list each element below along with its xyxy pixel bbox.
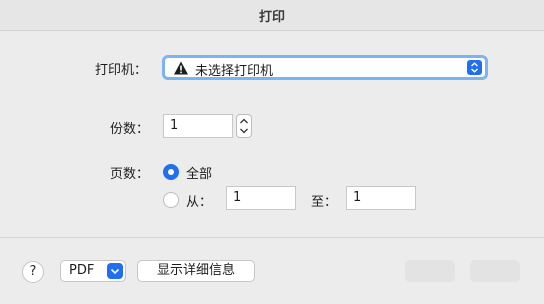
show-details-button[interactable]: 显示详细信息 <box>137 260 255 282</box>
pages-all-label: 全部 <box>186 167 213 182</box>
pages-all-radio[interactable] <box>163 164 179 180</box>
warning-triangle-icon <box>173 60 189 76</box>
window-title: 打印 <box>258 9 285 25</box>
disabled-cancel-button <box>405 260 455 282</box>
title-bar: 打印 <box>0 0 544 31</box>
pages-range-radio[interactable] <box>163 192 179 208</box>
pdf-label: PDF <box>69 263 95 278</box>
footer-bar: ? PDF 显示详细信息 <box>0 237 544 304</box>
printer-label: 打印机： <box>95 63 148 78</box>
pages-from-label: 从： <box>186 195 213 210</box>
pages-to-input[interactable]: 1 <box>346 186 416 210</box>
pages-from-input[interactable]: 1 <box>226 186 296 210</box>
help-button[interactable]: ? <box>22 261 44 283</box>
pdf-menu-button[interactable]: PDF <box>60 260 126 282</box>
pages-to-label: 至： <box>311 195 338 210</box>
chevron-down-icon <box>107 263 123 279</box>
printer-select-value: 未选择打印机 <box>195 64 274 79</box>
pages-label: 页数： <box>110 167 150 182</box>
copies-label: 份数： <box>110 122 150 137</box>
disabled-print-button <box>470 260 520 282</box>
copies-input[interactable]: 1 <box>163 114 233 138</box>
copies-stepper[interactable] <box>236 114 252 138</box>
up-down-chevron-icon <box>467 60 482 75</box>
print-settings-panel: 打印机： 未选择打印机 份数： 1 页数： 全部 从： 1 至： 1 <box>0 31 544 237</box>
printer-select[interactable]: 未选择打印机 <box>162 55 488 80</box>
